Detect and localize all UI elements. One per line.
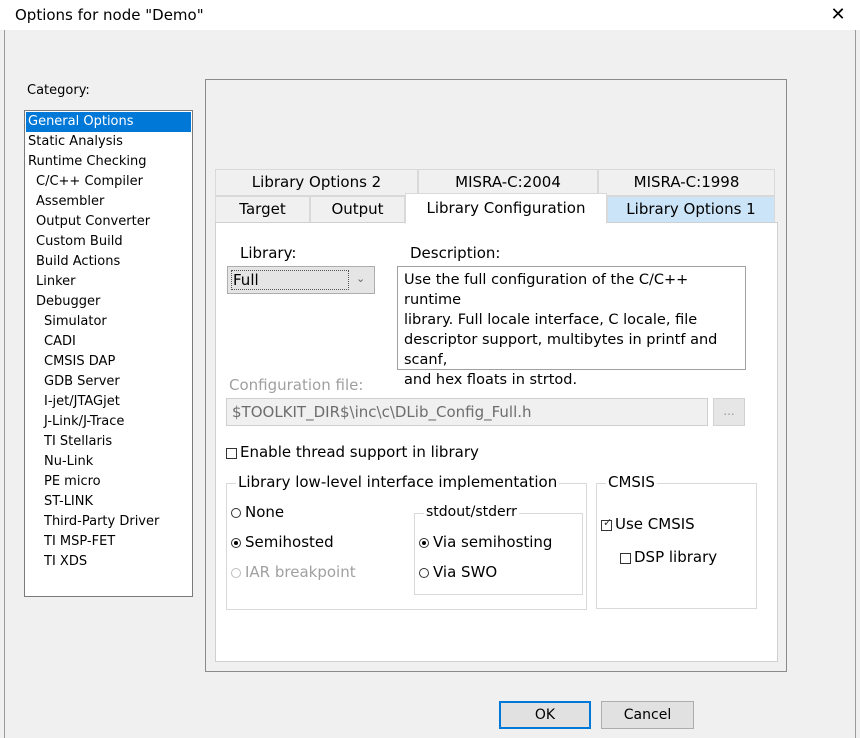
iar-breakpoint-radio-label: IAR breakpoint xyxy=(245,563,356,581)
thread-support-label: Enable thread support in library xyxy=(240,443,479,461)
category-list[interactable]: General Options Static Analysis Runtime Ch… xyxy=(24,110,193,597)
category-item[interactable]: Output Converter xyxy=(26,212,191,232)
category-item[interactable]: Assembler xyxy=(26,192,191,212)
tab-output[interactable]: Output xyxy=(310,196,405,223)
description-line: descriptor support, multibytes in printf… xyxy=(404,332,718,368)
category-label: Category: xyxy=(27,83,90,98)
window-title: Options for node "Demo" xyxy=(15,6,204,24)
category-item[interactable]: Runtime Checking xyxy=(26,152,191,172)
tab-misra-c-2004[interactable]: MISRA-C:2004 xyxy=(418,169,598,196)
via-semihosting-label: Via semihosting xyxy=(433,533,553,551)
window-left-edge xyxy=(4,30,5,738)
category-item[interactable]: TI XDS xyxy=(26,552,191,572)
none-radio[interactable] xyxy=(231,508,241,518)
cmsis-group xyxy=(596,483,757,609)
category-item[interactable]: ST-LINK xyxy=(26,492,191,512)
iar-breakpoint-radio[interactable] xyxy=(231,568,241,578)
category-item[interactable]: J-Link/J-Trace xyxy=(26,412,191,432)
library-select-value: Full xyxy=(231,270,349,290)
semihosted-radio-label: Semihosted xyxy=(245,533,334,551)
category-item[interactable]: Simulator xyxy=(26,312,191,332)
category-item[interactable]: TI Stellaris xyxy=(26,432,191,452)
via-semihosting-radio[interactable] xyxy=(419,538,429,548)
description-line: library. Full locale interface, C locale… xyxy=(404,312,698,328)
browse-button[interactable]: ... xyxy=(713,398,745,426)
category-item[interactable]: CMSIS DAP xyxy=(26,352,191,372)
library-select[interactable]: Full ⌄ xyxy=(227,266,375,294)
category-item[interactable]: General Options xyxy=(26,112,191,132)
none-radio-label: None xyxy=(245,503,285,521)
title-bar: Options for node "Demo" ✕ xyxy=(0,0,860,30)
cmsis-group-title: CMSIS xyxy=(606,473,657,491)
chevron-down-icon: ⌄ xyxy=(356,272,366,285)
stdout-group-title: stdout/stderr xyxy=(424,504,519,520)
category-item[interactable]: TI MSP-FET xyxy=(26,532,191,552)
use-cmsis-label: Use CMSIS xyxy=(615,515,695,533)
category-item[interactable]: PE micro xyxy=(26,472,191,492)
description-label: Description: xyxy=(410,244,501,262)
tab-target[interactable]: Target xyxy=(215,196,310,223)
thread-support-checkbox[interactable] xyxy=(226,448,237,459)
category-item[interactable]: Debugger xyxy=(26,292,191,312)
use-cmsis-checkbox[interactable]: ✓ xyxy=(601,516,612,531)
via-swo-radio[interactable] xyxy=(419,568,429,578)
config-file-label: Configuration file: xyxy=(229,376,364,394)
description-box: Use the full configuration of the C/C++ … xyxy=(397,266,746,388)
ok-button[interactable]: OK xyxy=(499,701,591,729)
tab-library-configuration[interactable]: Library Configuration xyxy=(405,193,607,224)
radio-selected-dot xyxy=(234,541,238,545)
category-item[interactable]: I-jet/JTAGjet xyxy=(26,392,191,412)
dsp-library-label: DSP library xyxy=(634,548,718,566)
category-item[interactable]: Nu-Link xyxy=(26,452,191,472)
category-item[interactable]: Build Actions xyxy=(26,252,191,272)
cancel-button[interactable]: Cancel xyxy=(601,701,694,729)
category-item[interactable]: GDB Server xyxy=(26,372,191,392)
config-file-input[interactable]: $TOOLKIT_DIR$\inc\c\DLib_Config_Full.h xyxy=(226,398,708,426)
description-line: Use the full configuration of the C/C++ … xyxy=(404,272,689,308)
via-swo-label: Via SWO xyxy=(433,563,498,581)
close-icon[interactable]: ✕ xyxy=(829,5,847,25)
category-item[interactable]: Static Analysis xyxy=(26,132,191,152)
tab-library-options-2[interactable]: Library Options 2 xyxy=(215,169,418,196)
library-label: Library: xyxy=(240,244,297,262)
check-icon: ✓ xyxy=(603,516,613,529)
category-item[interactable]: Linker xyxy=(26,272,191,292)
stdout-group xyxy=(414,513,583,595)
category-item[interactable]: Third-Party Driver xyxy=(26,512,191,532)
description-line: and hex floats in strtod. xyxy=(404,372,578,388)
semihosted-radio[interactable] xyxy=(231,538,241,548)
category-item[interactable]: C/C++ Compiler xyxy=(26,172,191,192)
low-level-group-title: Library low-level interface implementati… xyxy=(236,473,560,491)
dsp-library-checkbox[interactable] xyxy=(620,553,631,564)
category-item[interactable]: Custom Build xyxy=(26,232,191,252)
radio-selected-dot xyxy=(422,541,426,545)
window-right-edge xyxy=(855,30,856,738)
category-item[interactable]: CADI xyxy=(26,332,191,352)
tab-library-options-1[interactable]: Library Options 1 xyxy=(607,196,775,223)
tab-misra-c-1998[interactable]: MISRA-C:1998 xyxy=(598,169,775,196)
